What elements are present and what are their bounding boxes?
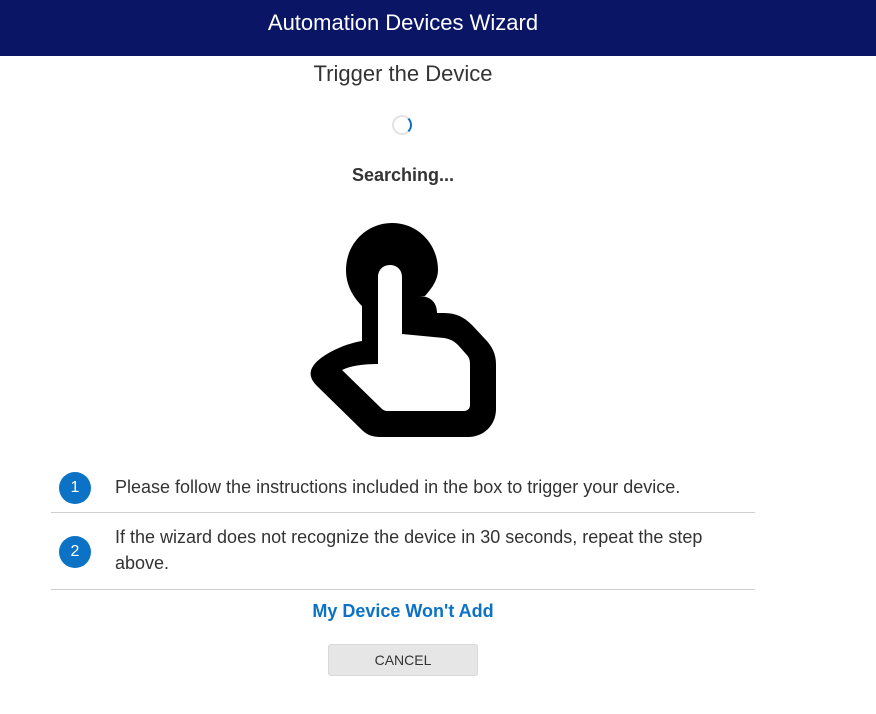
step-title: Trigger the Device [313, 61, 493, 86]
step-number-badge: 1 [59, 472, 91, 504]
instruction-text: Please follow the instructions included … [115, 477, 681, 497]
wizard-header: Automation Devices Wizard [0, 0, 876, 56]
device-wont-add-link[interactable]: My Device Won't Add [0, 598, 806, 624]
wizard-title: Automation Devices Wizard [267, 10, 539, 35]
cancel-button[interactable]: CANCEL [328, 644, 478, 676]
instructions-list: 1 Please follow the instructions include… [51, 463, 755, 590]
loading-spinner-icon [392, 115, 412, 135]
step-number-badge: 2 [59, 536, 91, 568]
instruction-text: If the wizard does not recognize the dev… [115, 527, 703, 573]
hand-tap-icon [310, 223, 496, 437]
instruction-item-2: 2 If the wizard does not recognize the d… [51, 513, 755, 590]
instruction-item-1: 1 Please follow the instructions include… [51, 463, 755, 513]
searching-status: Searching... [351, 165, 455, 185]
